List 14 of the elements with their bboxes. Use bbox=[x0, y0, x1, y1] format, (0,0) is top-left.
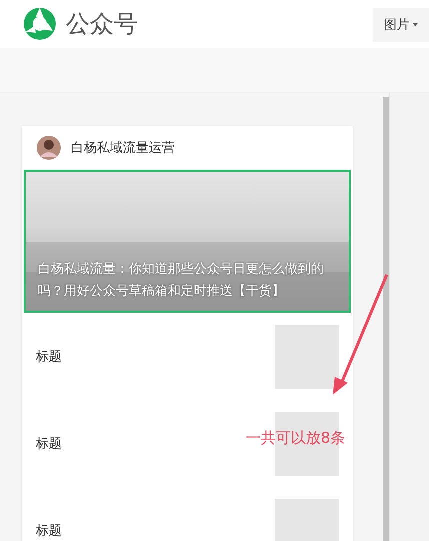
article-title: 标题 bbox=[36, 436, 62, 452]
scrollbar[interactable] bbox=[383, 97, 389, 541]
article-title: 标题 bbox=[36, 522, 62, 540]
logo-icon bbox=[22, 6, 58, 42]
logo-text: 公众号 bbox=[66, 9, 138, 40]
image-menu-button[interactable]: 图片 bbox=[373, 8, 429, 42]
article-title: 标题 bbox=[36, 348, 62, 366]
annotation-text: 一共可以放8条 bbox=[246, 429, 346, 448]
thumbnail-placeholder bbox=[275, 324, 339, 388]
caret-icon bbox=[413, 23, 418, 27]
cover-title: 白杨私域流量：你知道那些公众号日更怎么做到的吗？用好公众号草稿箱和定时推送【干货】 bbox=[38, 261, 325, 301]
account-name: 白杨私域流量运营 bbox=[71, 140, 175, 157]
arrow-icon bbox=[331, 273, 391, 398]
avatar-icon bbox=[37, 136, 61, 160]
